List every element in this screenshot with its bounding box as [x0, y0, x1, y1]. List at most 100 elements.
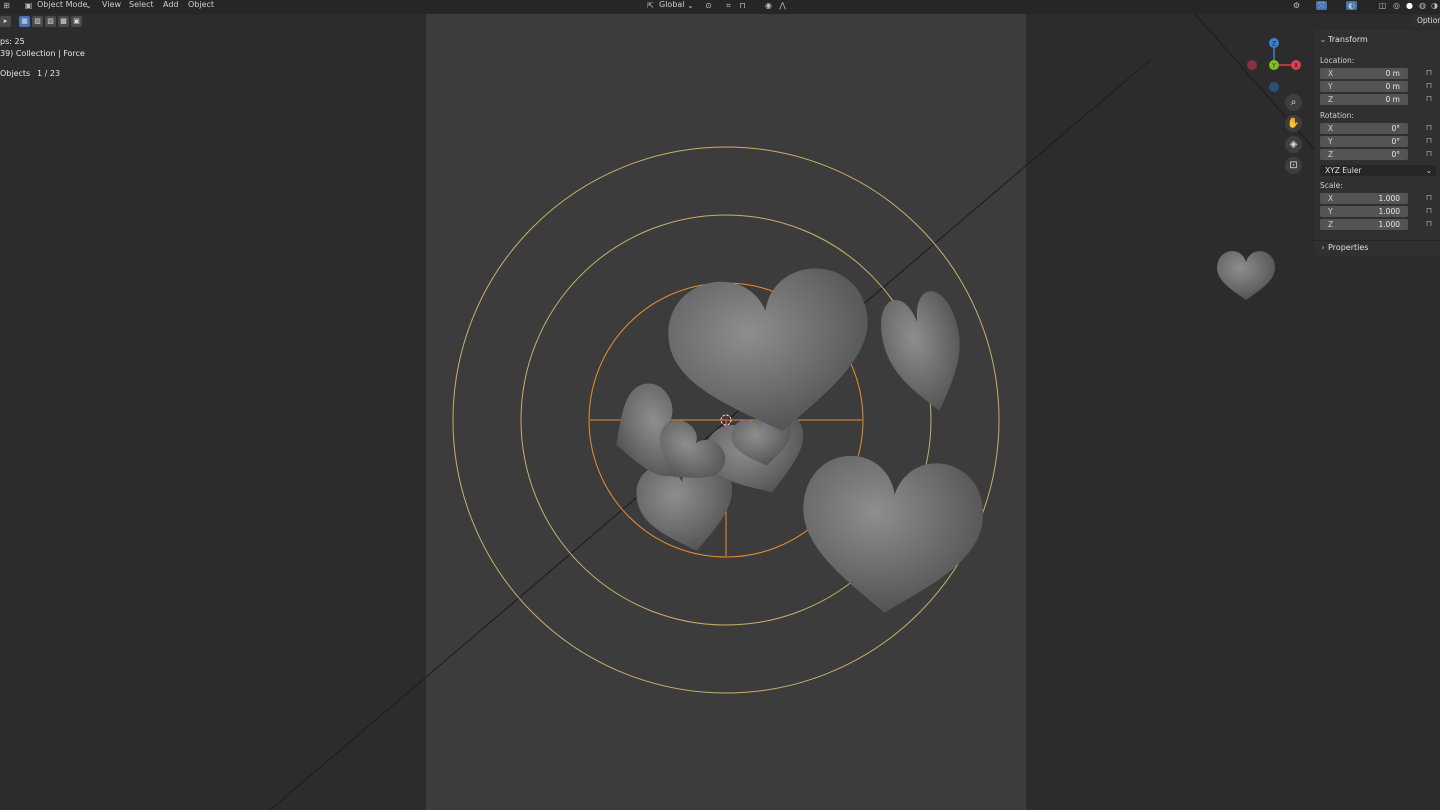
- snap-icon[interactable]: ⌗: [724, 1, 733, 10]
- gizmo-z-label: Z: [1272, 41, 1276, 48]
- location-x-field[interactable]: X 0 m: [1320, 68, 1408, 79]
- field-value: 1.000: [1378, 194, 1400, 203]
- axis-label: Z: [1328, 220, 1334, 229]
- chevron-down-icon: ⌄: [85, 1, 92, 10]
- axis-label: Y: [1328, 207, 1333, 216]
- field-value: 1.000: [1378, 220, 1400, 229]
- rendered-shading-icon[interactable]: ◑: [1430, 1, 1439, 10]
- rotation-mode-value: XYZ Euler: [1325, 166, 1362, 175]
- lock-icon[interactable]: ⊡: [1285, 157, 1302, 174]
- axis-label: Z: [1328, 95, 1334, 104]
- axis-label: Y: [1328, 82, 1333, 91]
- transform-orientation-icon: ⇱: [647, 1, 654, 10]
- location-label: Location:: [1320, 56, 1355, 65]
- proportional-edit-icon[interactable]: ◉: [764, 1, 773, 10]
- falloff-icon[interactable]: ⋀: [778, 1, 787, 10]
- rotation-y-field[interactable]: Y 0°: [1320, 136, 1408, 147]
- chevron-down-icon: ⌄: [1425, 166, 1432, 175]
- overlay-objects-label: Objects: [0, 69, 31, 78]
- scene-canvas[interactable]: Z X Y: [0, 0, 1440, 810]
- scale-label: Scale:: [1320, 181, 1343, 190]
- overlay-fps: ps: 25: [0, 37, 25, 46]
- lock-icon[interactable]: ⊓: [1424, 206, 1434, 216]
- axis-label: Y: [1328, 137, 1333, 146]
- select-box-icon[interactable]: ▦: [19, 16, 30, 27]
- chevron-down-icon: ⌄: [1319, 35, 1327, 44]
- viewport-header: ⊞ ▣ Object Mode ⌄ View Select Add Object…: [0, 0, 1440, 14]
- 3d-viewport[interactable]: Z X Y: [0, 0, 1440, 810]
- axis-label: X: [1328, 69, 1334, 78]
- mode-selector[interactable]: Object Mode: [37, 0, 87, 9]
- axis-label: X: [1328, 194, 1334, 203]
- heart-object[interactable]: [795, 452, 988, 621]
- axis-label: X: [1328, 124, 1334, 133]
- field-value: 0°: [1391, 137, 1400, 146]
- lock-icon[interactable]: ⊓: [1424, 136, 1434, 146]
- solid-shading-icon[interactable]: ●: [1405, 1, 1414, 10]
- xray-icon[interactable]: ◫: [1378, 1, 1387, 10]
- pivot-point-icon[interactable]: ⊙: [704, 1, 713, 10]
- editor-type-icon[interactable]: ⊞: [2, 1, 11, 10]
- lock-icon[interactable]: ⊓: [1424, 219, 1434, 229]
- select-subtract-icon[interactable]: ▨: [45, 16, 56, 27]
- transform-panel-header[interactable]: ⌄ Transform: [1314, 33, 1440, 47]
- lock-icon[interactable]: ⊓: [1424, 149, 1434, 159]
- scale-x-field[interactable]: X 1.000: [1320, 193, 1408, 204]
- material-shading-icon[interactable]: ◍: [1418, 1, 1427, 10]
- properties-title: Properties: [1328, 243, 1369, 252]
- menu-add[interactable]: Add: [163, 0, 179, 9]
- snap-target-icon[interactable]: ⊓: [738, 1, 747, 10]
- menu-view[interactable]: View: [102, 0, 121, 9]
- lock-icon[interactable]: ⊓: [1424, 81, 1434, 91]
- scale-z-field[interactable]: Z 1.000: [1320, 219, 1408, 230]
- object-mode-icon: ▣: [24, 1, 33, 10]
- heart-object[interactable]: [662, 262, 882, 445]
- location-z-field[interactable]: Z 0 m: [1320, 94, 1408, 105]
- lock-icon[interactable]: ⊓: [1424, 193, 1434, 203]
- lock-icon[interactable]: ⊓: [1424, 123, 1434, 133]
- cursor-tool-icon[interactable]: ▸: [0, 16, 11, 27]
- menu-select[interactable]: Select: [129, 0, 154, 9]
- zoom-icon[interactable]: ⌕: [1285, 94, 1302, 111]
- field-value: 0 m: [1385, 82, 1400, 91]
- chevron-right-icon: ›: [1321, 243, 1325, 252]
- camera-line: [269, 59, 1151, 810]
- select-intersect-icon[interactable]: ▣: [71, 16, 82, 27]
- rotation-label: Rotation:: [1320, 111, 1354, 120]
- overlay-collection: 39) Collection | Force: [0, 49, 85, 58]
- orientation-selector[interactable]: Global: [659, 0, 685, 9]
- select-extend-icon[interactable]: ▧: [32, 16, 43, 27]
- select-invert-icon[interactable]: ▩: [58, 16, 69, 27]
- sidebar-n-panel: ⌄ Transform Location: X0 m ⊓ Y0 m ⊓ Z0 m …: [1314, 30, 1440, 256]
- wireframe-shading-icon[interactable]: ◎: [1392, 1, 1401, 10]
- rotation-mode-dropdown[interactable]: XYZ Euler ⌄: [1320, 165, 1436, 176]
- gizmo-x-label: X: [1294, 63, 1298, 70]
- gizmo-toggle-icon[interactable]: ⤧: [1316, 1, 1327, 10]
- field-value: 1.000: [1378, 207, 1400, 216]
- transform-title: Transform: [1328, 35, 1368, 44]
- field-value: 0 m: [1385, 95, 1400, 104]
- options-button[interactable]: Options: [1412, 15, 1440, 26]
- properties-panel-header[interactable]: › Properties: [1314, 240, 1440, 255]
- rotation-z-field[interactable]: Z 0°: [1320, 149, 1408, 160]
- chevron-down-icon: ⌄: [687, 1, 694, 10]
- overlay-objects-count: 1 / 23: [37, 69, 61, 78]
- heart-object[interactable]: [1217, 251, 1275, 300]
- scale-y-field[interactable]: Y 1.000: [1320, 206, 1408, 217]
- axis-label: Z: [1328, 150, 1334, 159]
- menu-object[interactable]: Object: [188, 0, 214, 9]
- gizmo-y-label: Y: [1271, 63, 1276, 70]
- field-value: 0 m: [1385, 69, 1400, 78]
- overlays-toggle-icon[interactable]: ◐: [1346, 1, 1357, 10]
- hand-pan-icon[interactable]: ✋: [1285, 115, 1302, 132]
- gizmo-neg-x-ball[interactable]: [1247, 60, 1257, 70]
- rotation-x-field[interactable]: X 0°: [1320, 123, 1408, 134]
- lock-icon[interactable]: ⊓: [1424, 68, 1434, 78]
- field-value: 0°: [1391, 150, 1400, 159]
- visibility-icon[interactable]: ⚙: [1292, 1, 1301, 10]
- heart-object[interactable]: [874, 287, 976, 420]
- camera-view-icon[interactable]: ◈: [1285, 136, 1302, 153]
- location-y-field[interactable]: Y 0 m: [1320, 81, 1408, 92]
- lock-icon[interactable]: ⊓: [1424, 94, 1434, 104]
- gizmo-neg-z-ball[interactable]: [1269, 82, 1279, 92]
